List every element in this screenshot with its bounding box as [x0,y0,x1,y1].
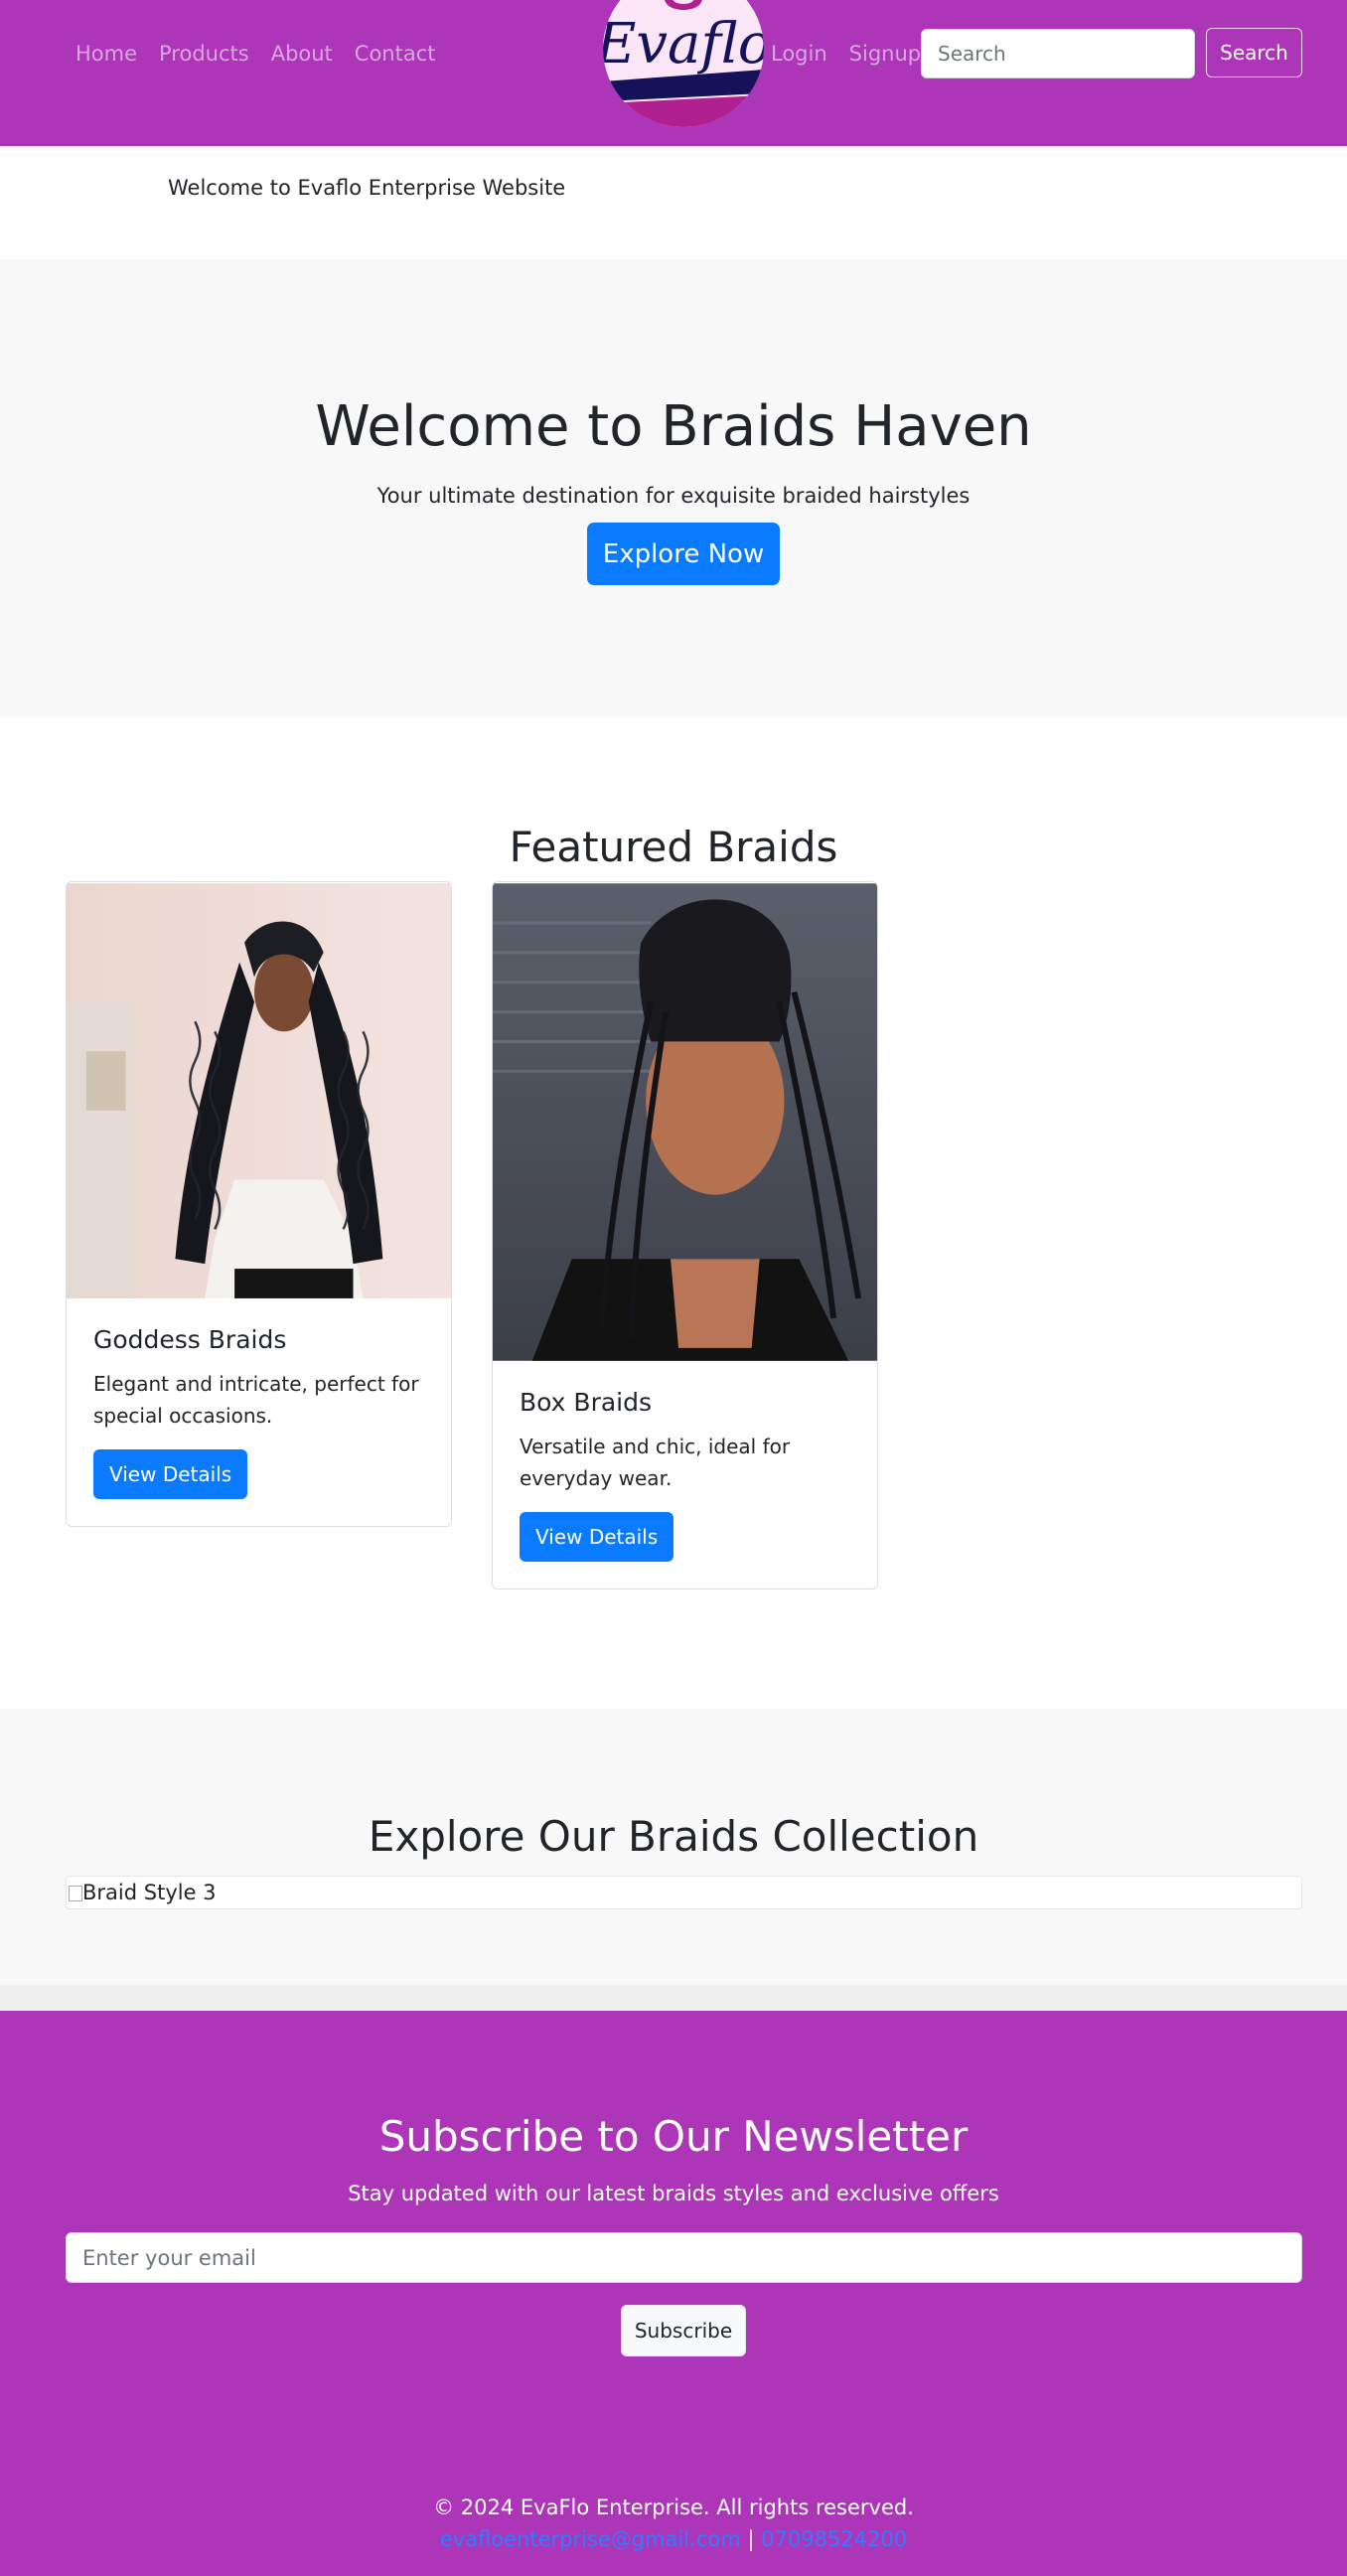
section-divider [0,1985,1347,2011]
card-box-braids: Box Braids Versatile and chic, ideal for… [492,881,878,1590]
footer-separator: | [740,2527,762,2551]
card-body: Box Braids Versatile and chic, ideal for… [493,1362,877,1589]
featured-title: Featured Braids [509,823,838,871]
nav-link-about[interactable]: About [271,40,333,68]
newsletter-section: Subscribe to Our Newsletter Stay updated… [0,2011,1347,2576]
email-field[interactable] [66,2232,1302,2283]
footer-phone-link[interactable]: 07098524200 [761,2527,907,2551]
welcome-text: Welcome to Evaflo Enterprise Website [168,176,566,200]
hero-subtitle: Your ultimate destination for exquisite … [376,484,971,508]
broken-image-alt-text: Braid Style 3 [82,1881,217,1904]
card-text: Elegant and intricate, perfect for speci… [93,1372,419,1428]
collection-title: Explore Our Braids Collection [368,1812,979,1861]
evaflo-logo[interactable]: Evaflo [603,0,764,127]
footer-email-link[interactable]: evafloenterprise@gmail.com [440,2527,741,2551]
nav-link-home[interactable]: Home [75,40,137,68]
footer-copyright: © 2024 EvaFlo Enterprise. All rights res… [433,2496,914,2519]
card-body: Goddess Braids Elegant and intricate, pe… [67,1299,451,1526]
logo-text: Evaflo [603,12,764,76]
welcome-bar: Welcome to Evaflo Enterprise Website [0,146,1347,259]
nav-link-products[interactable]: Products [159,40,249,68]
newsletter-subtitle: Stay updated with our latest braids styl… [348,2182,999,2205]
nav-link-login[interactable]: Login [771,40,827,68]
footer-contact: evafloenterprise@gmail.com | 07098524200 [0,2527,1347,2551]
card-title: Box Braids [520,1388,653,1417]
nav-left-links: Home Products About Contact [75,40,436,68]
subscribe-button[interactable]: Subscribe [621,2305,746,2356]
card-title: Goddess Braids [93,1325,287,1354]
card-goddess-braids: Goddess Braids Elegant and intricate, pe… [66,881,452,1527]
nav-link-contact[interactable]: Contact [355,40,436,68]
box-braids-image [493,883,877,1361]
hero-section: Welcome to Braids Haven Your ultimate de… [0,259,1347,716]
braid-style-3-image: Braid Style 3 [66,1876,1302,1909]
collection-section: Explore Our Braids Collection Braid Styl… [0,1709,1347,1985]
broken-image-icon [69,1886,82,1901]
newsletter-title: Subscribe to Our Newsletter [378,2112,969,2161]
featured-section: Featured Braids Goddess Braids Elegant a… [0,716,1347,1709]
view-details-button[interactable]: View Details [520,1512,674,1562]
search-button[interactable]: Search [1206,28,1302,77]
view-details-button[interactable]: View Details [93,1449,248,1499]
nav-link-signup[interactable]: Signup [849,40,921,68]
card-text: Versatile and chic, ideal for everyday w… [520,1435,791,1490]
explore-now-button[interactable]: Explore Now [587,523,780,585]
navbar: Home Products About Contact Evaflo Login… [0,0,1347,146]
hero-title: Welcome to Braids Haven [315,394,1032,459]
goddess-braids-image [67,883,451,1298]
search-input[interactable] [921,29,1195,78]
nav-right-links: Login Signup [771,40,921,68]
logo-graphic: Evaflo [603,0,764,127]
